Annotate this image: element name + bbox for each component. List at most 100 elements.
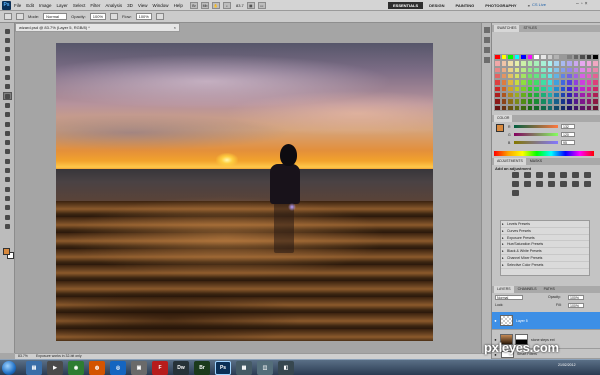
photo-filter-adjustment-icon[interactable] bbox=[524, 181, 531, 187]
zoom-level-select[interactable]: 83.7 bbox=[236, 3, 244, 8]
blue-value[interactable]: 95 bbox=[561, 140, 575, 145]
curves-adjustment-icon[interactable] bbox=[536, 172, 543, 178]
menu-3d[interactable]: 3D bbox=[127, 3, 133, 8]
history-brush-tool-icon[interactable] bbox=[3, 111, 12, 119]
browser-icon[interactable]: ◎ bbox=[110, 361, 126, 375]
threshold-adjustment-icon[interactable] bbox=[572, 181, 579, 187]
blend-mode-select[interactable]: Normal bbox=[495, 295, 523, 300]
cs-live-button[interactable]: CS Live bbox=[532, 2, 546, 7]
menu-analysis[interactable]: Analysis bbox=[105, 3, 122, 8]
tab-channels[interactable]: CHANNELS bbox=[515, 286, 540, 293]
shape-tool-icon[interactable] bbox=[3, 185, 12, 193]
fill-field[interactable]: 100% bbox=[568, 303, 584, 308]
3d-rotate-tool-icon[interactable] bbox=[3, 194, 12, 202]
preset-item[interactable]: Levels Presets bbox=[501, 221, 589, 228]
opacity-field[interactable]: 100% bbox=[89, 13, 107, 20]
close-icon[interactable]: × bbox=[585, 1, 588, 7]
move-tool-icon[interactable] bbox=[3, 27, 12, 35]
type-tool-icon[interactable] bbox=[3, 167, 12, 175]
preset-item[interactable]: Hue/Saturation Presets bbox=[501, 241, 589, 249]
start-button[interactable] bbox=[2, 361, 16, 375]
character-icon[interactable] bbox=[484, 57, 490, 63]
explorer-icon[interactable]: ▤ bbox=[26, 361, 42, 375]
preset-item[interactable]: Selective Color Presets bbox=[501, 262, 589, 269]
channel-mixer-adjustment-icon[interactable] bbox=[536, 181, 543, 187]
exposure-adjustment-icon[interactable] bbox=[548, 172, 555, 178]
tab-masks[interactable]: MASKS bbox=[527, 158, 545, 165]
black-white-adjustment-icon[interactable] bbox=[512, 181, 519, 187]
zoom-icon[interactable]: ⌕ bbox=[223, 2, 231, 9]
path-select-tool-icon[interactable] bbox=[3, 176, 12, 184]
menu-window[interactable]: Window bbox=[153, 3, 169, 8]
menu-view[interactable]: View bbox=[138, 3, 148, 8]
swatch[interactable] bbox=[592, 98, 599, 105]
preset-item[interactable]: Curves Presets bbox=[501, 228, 589, 235]
visibility-eye-icon[interactable]: ● bbox=[492, 318, 499, 323]
media-player-icon[interactable]: ▶ bbox=[47, 361, 63, 375]
airbrush-icon[interactable] bbox=[155, 13, 164, 20]
3d-camera-tool-icon[interactable] bbox=[3, 204, 12, 212]
preset-item[interactable]: Exposure Presets bbox=[501, 235, 589, 242]
menu-help[interactable]: Help bbox=[174, 3, 183, 8]
green-slider[interactable] bbox=[514, 133, 558, 136]
menu-filter[interactable]: Filter bbox=[90, 3, 100, 8]
actions-icon[interactable] bbox=[484, 37, 490, 43]
color-balance-adjustment-icon[interactable] bbox=[584, 172, 591, 178]
app-icon[interactable]: ◧ bbox=[278, 361, 294, 375]
invert-adjustment-icon[interactable] bbox=[548, 181, 555, 187]
lasso-tool-icon[interactable] bbox=[3, 46, 12, 54]
app-icon[interactable]: ▣ bbox=[131, 361, 147, 375]
brush-tool-icon[interactable] bbox=[3, 92, 12, 101]
green-value[interactable]: 120 bbox=[561, 132, 575, 137]
pressure-opacity-icon[interactable] bbox=[110, 13, 119, 20]
swatches-grid[interactable] bbox=[494, 54, 599, 111]
blur-tool-icon[interactable] bbox=[3, 139, 12, 147]
gradient-map-adjustment-icon[interactable] bbox=[584, 181, 591, 187]
document-tab[interactable]: wizard.psd @ 83.7% (Layer 5, RGB/8) * × bbox=[15, 23, 180, 32]
layer-opacity-field[interactable]: 100% bbox=[568, 295, 584, 300]
eyedropper-tool-icon[interactable] bbox=[3, 74, 12, 82]
selective-color-adjustment-icon[interactable] bbox=[512, 190, 519, 196]
blue-slider[interactable] bbox=[514, 141, 558, 144]
levels-adjustment-icon[interactable] bbox=[524, 172, 531, 178]
brightness-adjustment-icon[interactable] bbox=[512, 172, 519, 178]
preset-item[interactable]: Channel Mixer Presets bbox=[501, 255, 589, 262]
minimize-icon[interactable]: – bbox=[576, 1, 579, 7]
app-icon[interactable]: ▦ bbox=[236, 361, 252, 375]
red-value[interactable]: 132 bbox=[561, 124, 575, 129]
mini-bridge-icon[interactable]: Mb bbox=[201, 2, 209, 9]
dodge-tool-icon[interactable] bbox=[3, 148, 12, 156]
firefox-icon[interactable]: ◍ bbox=[89, 361, 105, 375]
menu-select[interactable]: Select bbox=[73, 3, 86, 8]
arrange-documents-icon[interactable]: ▦ bbox=[246, 2, 255, 9]
tab-swatches[interactable]: SWATCHES bbox=[494, 25, 520, 32]
menu-layer[interactable]: Layer bbox=[57, 3, 68, 8]
clone-stamp-tool-icon[interactable] bbox=[3, 101, 12, 109]
workspace-painting[interactable]: PAINTING bbox=[450, 2, 479, 9]
pen-tool-icon[interactable] bbox=[3, 157, 12, 165]
dreamweaver-icon[interactable]: Dw bbox=[173, 361, 189, 375]
restore-icon[interactable]: ▫ bbox=[581, 1, 583, 7]
tab-styles[interactable]: STYLES bbox=[520, 25, 539, 32]
hand-tool-icon[interactable] bbox=[3, 213, 12, 221]
tab-color[interactable]: COLOR bbox=[494, 115, 513, 122]
tab-paths[interactable]: PATHS bbox=[541, 286, 558, 293]
hand-icon[interactable]: ✋ bbox=[212, 2, 220, 9]
gradient-tool-icon[interactable] bbox=[3, 129, 12, 137]
menu-file[interactable]: File bbox=[14, 3, 21, 8]
quick-select-tool-icon[interactable] bbox=[3, 55, 12, 63]
eraser-tool-icon[interactable] bbox=[3, 120, 12, 128]
image-canvas[interactable] bbox=[56, 43, 433, 341]
menu-image[interactable]: Image bbox=[39, 3, 52, 8]
workspace-photography[interactable]: PHOTOGRAPHY bbox=[480, 2, 521, 9]
brush-picker-icon[interactable] bbox=[16, 13, 24, 20]
tab-adjustments[interactable]: ADJUSTMENTS bbox=[494, 158, 526, 165]
foreground-color-swatch[interactable] bbox=[3, 248, 10, 255]
layer-row-selected[interactable]: ● Layer 5 bbox=[492, 312, 600, 330]
swatch[interactable] bbox=[592, 104, 599, 111]
zoom-tool-icon[interactable] bbox=[3, 222, 12, 230]
healing-tool-icon[interactable] bbox=[3, 83, 12, 91]
history-icon[interactable] bbox=[484, 27, 490, 33]
bridge-taskbar-icon[interactable]: Br bbox=[194, 361, 210, 375]
hue-saturation-adjustment-icon[interactable] bbox=[572, 172, 579, 178]
